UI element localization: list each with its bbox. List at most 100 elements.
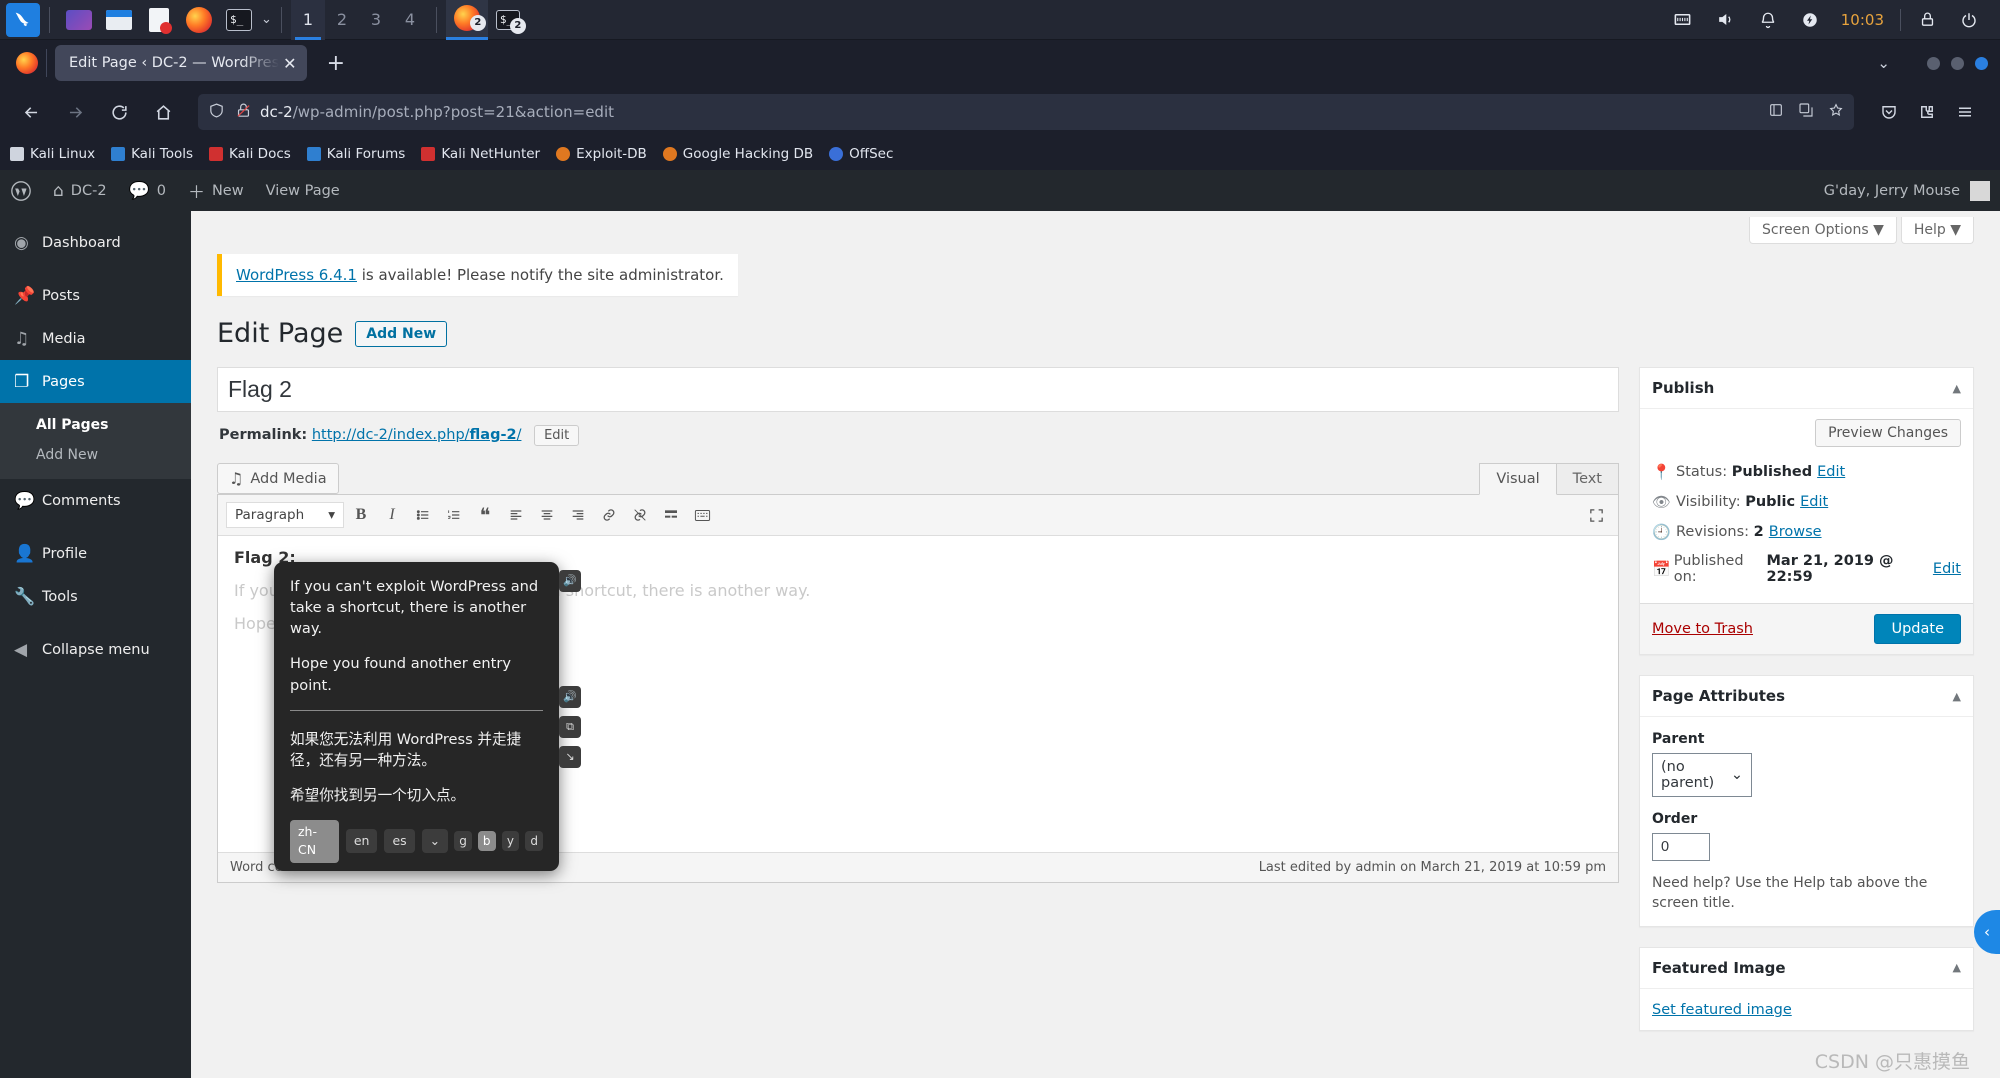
bookmark-star-icon[interactable] — [1828, 102, 1844, 122]
set-featured-image-link[interactable]: Set featured image — [1652, 1002, 1792, 1018]
permalink-link[interactable]: http://dc-2/index.php/flag-2/ — [312, 427, 522, 443]
new-tab-button[interactable]: + — [327, 51, 345, 76]
editor-content-area[interactable]: Flag 2: If you can't exploit WordPress a… — [218, 536, 1618, 871]
kali-menu-button[interactable] — [6, 2, 40, 37]
sidebar-item-collapse-menu[interactable]: ◀ Collapse menu — [0, 628, 191, 671]
back-icon[interactable] — [14, 95, 48, 129]
bookmark-exploit-db[interactable]: Exploit-DB — [556, 146, 647, 162]
chevron-down-icon[interactable]: ⌄ — [421, 829, 449, 854]
expand-icon[interactable]: ↘ — [559, 746, 581, 768]
firefox-icon[interactable] — [184, 5, 214, 35]
logout-icon[interactable] — [1960, 11, 1978, 29]
sidebar-item-tools[interactable]: 🔧 Tools — [0, 575, 191, 618]
bookmark-offsec[interactable]: OffSec — [829, 146, 893, 162]
bookmark-kali-docs[interactable]: Kali Docs — [209, 146, 291, 162]
minimize-button[interactable] — [1927, 56, 1940, 70]
workspace-3[interactable]: 3 — [359, 0, 393, 40]
submenu-all-pages[interactable]: All Pages — [0, 410, 191, 440]
view-page-link[interactable]: View Page — [255, 170, 351, 211]
reader-mode-icon[interactable] — [1768, 102, 1784, 122]
extensions-icon[interactable] — [1910, 95, 1944, 129]
engine-chip-g[interactable]: g — [454, 831, 472, 852]
engine-chip-d[interactable]: d — [525, 831, 544, 852]
reload-icon[interactable] — [102, 95, 136, 129]
chevron-up-icon[interactable]: ▲ — [1953, 961, 1961, 974]
numbered-list-icon[interactable] — [440, 501, 468, 529]
sidebar-item-profile[interactable]: 👤 Profile — [0, 532, 191, 575]
bookmark-google-hacking-db[interactable]: Google Hacking DB — [662, 146, 813, 162]
sidebar-item-posts[interactable]: 📌 Posts — [0, 274, 191, 317]
align-center-icon[interactable] — [533, 501, 561, 529]
chevron-down-icon[interactable]: ⌄ — [1877, 54, 1890, 72]
move-to-trash-link[interactable]: Move to Trash — [1652, 621, 1753, 637]
translation-popup[interactable]: 🔊 If you can't exploit WordPress and tak… — [274, 562, 581, 871]
power-icon[interactable] — [1801, 11, 1819, 29]
format-select[interactable]: Paragraph ▾ — [226, 502, 344, 528]
save-to-pocket-icon[interactable] — [1872, 95, 1906, 129]
url-text[interactable]: dc-2/wp-admin/post.php?post=21&action=ed… — [260, 103, 614, 121]
bell-icon[interactable] — [1759, 11, 1777, 29]
edit-permalink-button[interactable]: Edit — [534, 425, 580, 446]
translate-page-icon[interactable] — [1798, 102, 1814, 122]
bulleted-list-icon[interactable] — [409, 501, 437, 529]
engine-chip-b[interactable]: b — [477, 831, 496, 852]
workspace-1[interactable]: 1 — [290, 0, 325, 40]
lang-chip-es[interactable]: es — [384, 829, 415, 854]
help-button[interactable]: Help ▼ — [1900, 217, 1974, 244]
network-icon[interactable] — [1673, 10, 1692, 29]
terminal-icon[interactable]: $_ — [224, 5, 254, 35]
parent-select[interactable]: (no parent) ⌄ — [1652, 753, 1752, 797]
wordpress-version-link[interactable]: WordPress 6.4.1 — [236, 266, 357, 284]
home-icon[interactable] — [146, 95, 180, 129]
screen-options-button[interactable]: Screen Options ▼ — [1749, 217, 1897, 244]
edit-visibility-link[interactable]: Edit — [1800, 494, 1828, 510]
bold-icon[interactable]: B — [347, 501, 375, 529]
engine-chip-y[interactable]: y — [501, 831, 520, 852]
toolbar-toggle-icon[interactable] — [688, 501, 716, 529]
post-title-input[interactable] — [217, 367, 1619, 412]
insert-link-icon[interactable] — [595, 501, 623, 529]
bookmark-kali-forums[interactable]: Kali Forums — [306, 146, 405, 162]
sidebar-item-pages[interactable]: ❐ Pages — [0, 360, 199, 403]
sidebar-item-dashboard[interactable]: ◉ Dashboard — [0, 221, 191, 264]
update-button[interactable]: Update — [1874, 614, 1961, 644]
edit-status-link[interactable]: Edit — [1817, 464, 1845, 480]
lock-icon[interactable] — [1919, 11, 1936, 28]
align-right-icon[interactable] — [564, 501, 592, 529]
close-window-button[interactable] — [1975, 56, 1988, 70]
account-area[interactable]: G'day, Jerry Mouse — [1824, 180, 2000, 201]
comments-link[interactable]: 💬 0 — [118, 170, 177, 211]
taskbar-window-firefox[interactable]: 2 — [445, 0, 488, 40]
workspace-switcher[interactable]: 1 2 3 4 — [290, 0, 427, 40]
italic-icon[interactable]: I — [378, 501, 406, 529]
sidebar-item-comments[interactable]: 💬 Comments — [0, 479, 191, 522]
browser-tab[interactable]: Edit Page ‹ DC-2 — WordPres ✕ — [55, 45, 307, 81]
fullscreen-icon[interactable] — [1582, 501, 1610, 529]
folder-icon[interactable] — [104, 5, 134, 35]
document-icon[interactable] — [144, 5, 174, 35]
volume-icon[interactable] — [1716, 10, 1735, 29]
chevron-down-icon[interactable]: ⌄ — [261, 12, 272, 27]
lang-chip-zh-cn[interactable]: zh-CN — [290, 820, 339, 863]
clock[interactable]: 10:03 — [1841, 11, 1884, 29]
blockquote-icon[interactable]: ❝ — [471, 501, 499, 529]
maximize-button[interactable] — [1951, 56, 1964, 70]
add-media-button[interactable]: ♫ Add Media — [217, 463, 339, 494]
remove-link-icon[interactable] — [626, 501, 654, 529]
close-icon[interactable]: ✕ — [283, 54, 296, 73]
chevron-up-icon[interactable]: ▲ — [1953, 382, 1961, 395]
add-new-button[interactable]: Add New — [355, 320, 448, 347]
read-more-icon[interactable] — [657, 501, 685, 529]
sidebar-item-media[interactable]: ♫ Media — [0, 317, 191, 360]
bookmark-kali-tools[interactable]: Kali Tools — [111, 146, 193, 162]
align-left-icon[interactable] — [502, 501, 530, 529]
shield-icon[interactable] — [208, 102, 225, 123]
taskbar-window-terminal[interactable]: $_ 2 — [488, 0, 528, 40]
tab-visual[interactable]: Visual — [1479, 463, 1557, 495]
forward-icon[interactable] — [58, 95, 92, 129]
preview-changes-button[interactable]: Preview Changes — [1815, 419, 1961, 447]
insecure-lock-icon[interactable] — [235, 102, 252, 123]
lang-chip-en[interactable]: en — [345, 829, 378, 854]
edit-published-link[interactable]: Edit — [1933, 561, 1961, 577]
new-content-link[interactable]: ＋ New — [177, 170, 255, 211]
